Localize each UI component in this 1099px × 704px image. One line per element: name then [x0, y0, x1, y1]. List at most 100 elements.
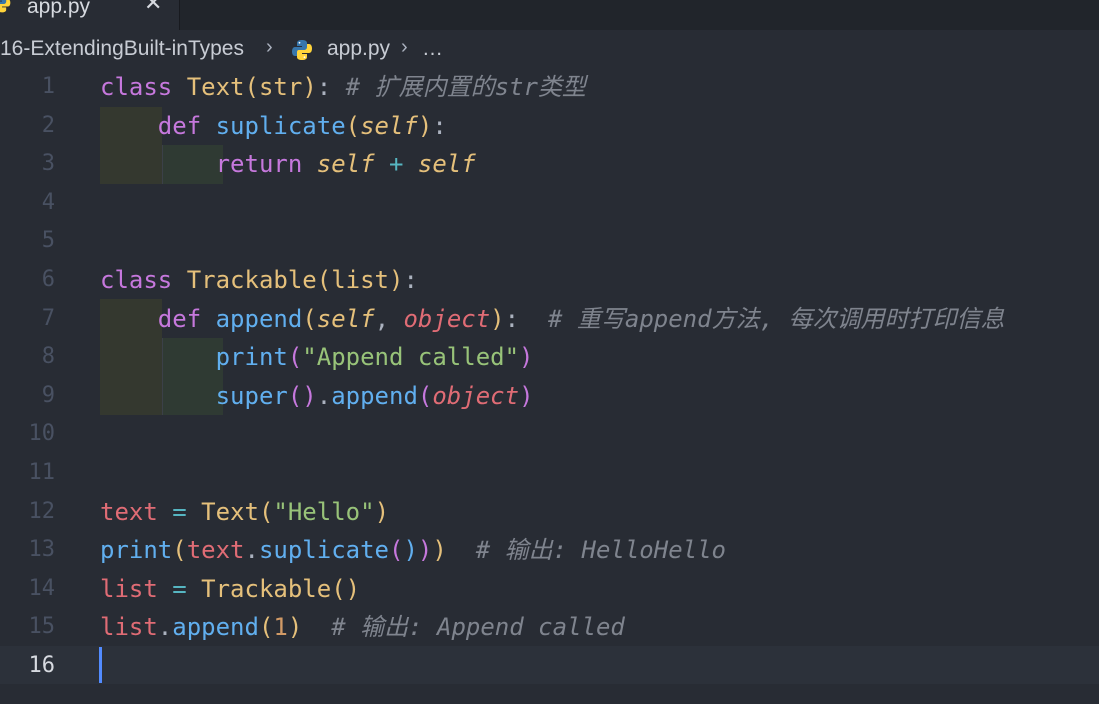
code-token: .	[157, 613, 173, 642]
code-token: # 重写append方法, 每次调用时打印信息	[547, 304, 1005, 333]
code-token: # 输出: HelloHello	[475, 536, 727, 565]
code-token: Text	[201, 497, 259, 526]
code-token: (	[258, 497, 274, 526]
code-token: str	[258, 73, 303, 101]
code-token: )	[374, 497, 390, 526]
code-token: def	[157, 111, 202, 140]
code-token: Trackable	[186, 266, 317, 294]
breadcrumb-folder[interactable]: 16-ExtendingBuilt-inTypes	[0, 37, 244, 61]
python-file-icon	[0, 0, 11, 13]
code-line[interactable]: super().append(object)	[100, 377, 534, 416]
line-number: 13	[28, 537, 56, 563]
code-token: )	[389, 266, 404, 294]
chevron-right-icon: ›	[266, 36, 273, 58]
code-token: print	[100, 536, 173, 565]
code-token: +	[389, 150, 404, 179]
code-token: "Append called"	[302, 343, 520, 372]
tab-app-py[interactable]: app.py ✕	[0, 0, 180, 30]
line-number: 7	[41, 305, 55, 331]
code-line[interactable]: list.append(1) # 输出: Append called	[100, 608, 625, 647]
chevron-right-icon: ›	[401, 36, 408, 58]
code-token: )	[519, 381, 534, 410]
code-token: =	[172, 497, 187, 526]
code-token: )	[417, 111, 433, 140]
code-token: (	[287, 343, 303, 372]
code-token: def	[157, 304, 202, 333]
line-number: 10	[28, 421, 56, 447]
code-token: (	[258, 613, 274, 642]
code-line[interactable]: return self + self	[100, 145, 476, 184]
line-number: 5	[41, 228, 55, 254]
code-token: # 输出: Append called	[331, 613, 625, 642]
code-token: append	[172, 613, 259, 642]
code-token: (	[244, 73, 259, 101]
code-token: )	[417, 536, 433, 565]
code-token: ()	[287, 381, 317, 410]
line-number: 16	[28, 653, 56, 678]
code-token: (	[389, 536, 404, 565]
code-token: append	[215, 304, 303, 333]
code-token: suplicate	[215, 111, 346, 140]
line-number: 3	[41, 151, 55, 177]
code-token: )	[519, 343, 534, 372]
code-token: :	[403, 266, 418, 294]
code-line[interactable]: list = Trackable()	[100, 570, 360, 609]
code-token: :	[504, 304, 548, 333]
code-token: class	[100, 73, 173, 101]
line-number: 9	[41, 382, 55, 408]
code-token: )	[490, 304, 505, 333]
code-token: class	[100, 266, 173, 294]
code-token: super	[215, 381, 288, 410]
code-token: list	[331, 266, 389, 294]
code-token: text	[100, 497, 158, 526]
code-token: return	[215, 150, 303, 179]
code-line[interactable]: class Text(str): # 扩展内置的str类型	[100, 68, 586, 107]
code-token: object	[403, 304, 491, 333]
breadcrumb-file[interactable]: app.py	[327, 37, 390, 61]
code-token: Trackable	[201, 574, 332, 603]
code-token: Text	[186, 73, 245, 101]
code-line[interactable]: class Trackable(list):	[100, 261, 418, 300]
code-token: .	[316, 381, 332, 410]
line-number: 15	[28, 614, 56, 640]
code-token: self	[316, 304, 375, 333]
code-token: )	[302, 73, 317, 101]
breadcrumb-more[interactable]: …	[422, 37, 443, 61]
code-token: object	[432, 381, 520, 410]
code-token: "Hello"	[273, 497, 375, 526]
code-line[interactable]: def suplicate(self):	[100, 107, 447, 146]
line-number: 4	[41, 189, 55, 215]
tab-bar: app.py ✕	[0, 0, 1099, 30]
code-line[interactable]: text = Text("Hello")	[100, 493, 389, 532]
code-token: .	[244, 536, 259, 565]
code-token: self	[316, 150, 375, 179]
code-line[interactable]: def append(self, object): # 重写append方法, …	[100, 300, 1005, 339]
code-line[interactable]: print(text.suplicate())) # 输出: HelloHell…	[100, 531, 726, 570]
code-token: )	[432, 536, 447, 565]
code-token: self	[417, 150, 476, 179]
python-file-icon	[292, 40, 312, 60]
line-number: 11	[28, 460, 56, 485]
current-line-highlight	[0, 646, 1099, 684]
code-token: :	[316, 73, 346, 101]
code-token: # 扩展内置的str类型	[345, 73, 586, 101]
code-token: ,	[374, 304, 404, 333]
code-token: (	[417, 381, 433, 410]
line-number: 14	[28, 575, 56, 601]
close-icon[interactable]: ✕	[144, 0, 162, 16]
code-token: (	[345, 111, 361, 140]
code-token: list	[100, 613, 158, 642]
code-token: (	[302, 304, 317, 333]
code-line[interactable]: print("Append called")	[100, 338, 534, 377]
code-token: self	[360, 111, 418, 140]
